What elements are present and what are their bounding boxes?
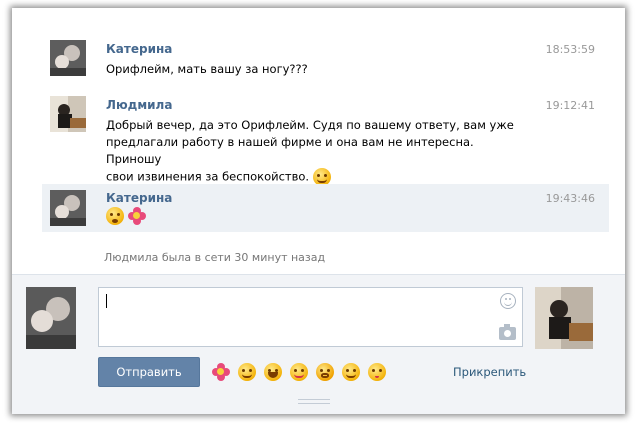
message-item: Катерина 19:43:46	[42, 184, 609, 232]
message-text-line: Добрый вечер, да это Орифлейм. Судя по в…	[106, 118, 514, 132]
dialog-window: Катерина 18:53:59 Орифлейм, мать вашу за…	[12, 8, 625, 414]
message-composer: Отправить Прикрепить	[12, 274, 625, 414]
message-time: 19:12:41	[545, 99, 595, 112]
grin-emoji-icon[interactable]	[238, 363, 256, 381]
camera-icon[interactable]	[499, 324, 516, 340]
peer-avatar[interactable]	[535, 287, 593, 349]
surprised-emoji-icon	[106, 207, 124, 225]
message-input[interactable]	[105, 291, 495, 343]
scared-emoji-icon[interactable]	[316, 363, 334, 381]
my-avatar[interactable]	[26, 287, 76, 349]
tongue-emoji-icon[interactable]	[290, 363, 308, 381]
attach-link[interactable]: Прикрепить	[453, 365, 526, 379]
flower-emoji-icon[interactable]	[212, 363, 230, 381]
message-time: 18:53:59	[545, 43, 595, 56]
avatar[interactable]	[50, 40, 86, 76]
message-text: Орифлейм, мать вашу за ногу???	[106, 62, 308, 76]
online-status: Людмила была в сети 30 минут назад	[104, 251, 326, 264]
message-time: 19:43:46	[545, 192, 595, 205]
message-text	[106, 207, 526, 225]
message-input-box[interactable]	[98, 287, 523, 347]
sender-name[interactable]: Катерина	[106, 191, 172, 205]
resize-handle[interactable]	[298, 399, 330, 404]
message-text-line-content: свои извинения за беспокойство.	[106, 169, 310, 184]
message-text: Добрый вечер, да это Орифлейм. Судя по в…	[106, 117, 526, 186]
laughing-emoji-icon[interactable]	[264, 363, 282, 381]
sender-name[interactable]: Катерина	[106, 42, 172, 56]
kiss-emoji-icon[interactable]	[368, 363, 386, 381]
message-text-line: предлагали работу в нашей фирме и она ва…	[106, 135, 474, 166]
text-caret	[106, 294, 107, 308]
message-item: Катерина 18:53:59 Орифлейм, мать вашу за…	[42, 34, 609, 84]
smile-icon[interactable]	[500, 293, 516, 309]
wink-emoji-icon[interactable]	[342, 363, 360, 381]
flower-emoji-icon	[127, 207, 146, 225]
message-item: Людмила 19:12:41 Добрый вечер, да это Ор…	[42, 90, 609, 186]
avatar[interactable]	[50, 96, 86, 132]
sender-name[interactable]: Людмила	[106, 98, 172, 112]
send-button[interactable]: Отправить	[98, 357, 200, 387]
avatar[interactable]	[50, 190, 86, 226]
